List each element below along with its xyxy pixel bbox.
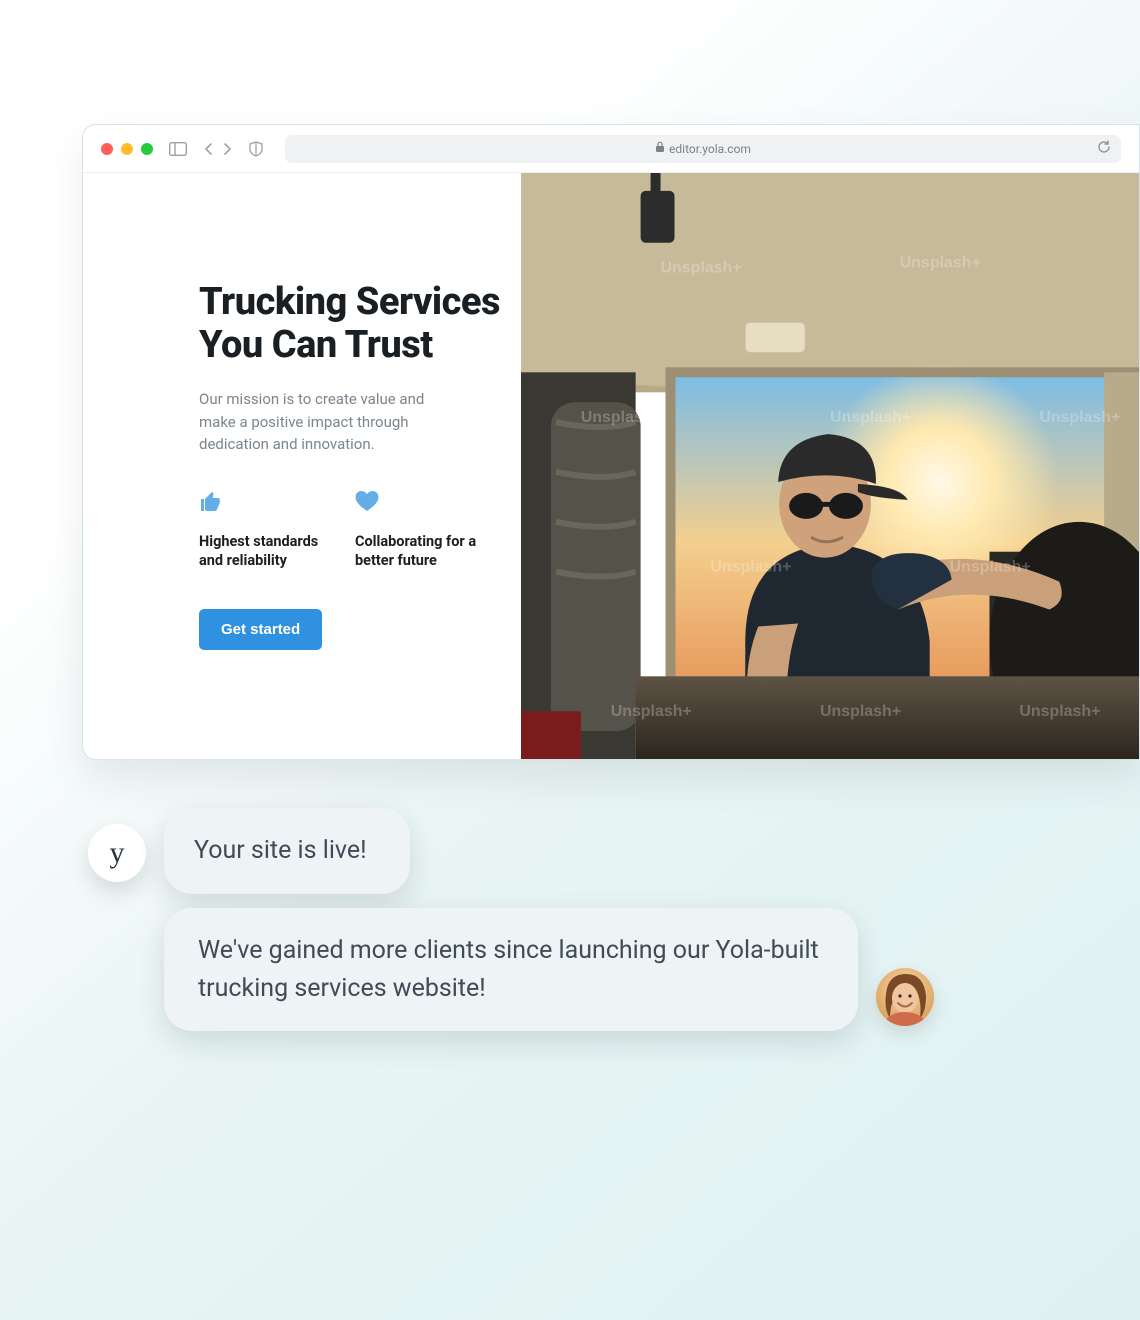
reload-icon[interactable] — [1097, 140, 1111, 157]
nav-arrows — [203, 143, 233, 155]
svg-text:Unsplash+: Unsplash+ — [1039, 409, 1120, 426]
yola-badge-letter: y — [110, 836, 125, 870]
features-row: Highest standards and reliability Collab… — [199, 490, 521, 571]
feature-standards: Highest standards and reliability — [199, 490, 329, 571]
heart-icon — [355, 490, 485, 514]
svg-text:Unsplash+: Unsplash+ — [950, 559, 1031, 576]
window-maximize-dot[interactable] — [141, 143, 153, 155]
svg-text:Unsplash+: Unsplash+ — [661, 260, 742, 277]
hero-title: Trucking Services You Can Trust — [199, 281, 521, 366]
chat-bubble-site-live: Your site is live! — [164, 808, 410, 894]
traffic-lights — [101, 143, 153, 155]
svg-text:Unsplash+: Unsplash+ — [900, 255, 981, 272]
address-bar-url: editor.yola.com — [669, 142, 751, 156]
feature-collaboration: Collaborating for a better future — [355, 490, 485, 571]
nav-forward-icon[interactable] — [221, 143, 233, 155]
sidebar-toggle-icon[interactable] — [169, 142, 187, 156]
browser-window: editor.yola.com Trucking Services You Ca… — [82, 124, 1140, 760]
browser-chrome: editor.yola.com — [83, 125, 1139, 173]
window-close-dot[interactable] — [101, 143, 113, 155]
feature-label: Collaborating for a better future — [355, 532, 485, 571]
hero-subtitle: Our mission is to create value and make … — [199, 388, 459, 456]
svg-text:Unsplash+: Unsplash+ — [1019, 703, 1100, 720]
thumbs-up-icon — [199, 490, 329, 514]
chat-bubble-text: We've gained more clients since launchin… — [198, 936, 819, 1003]
svg-text:Unsplash+: Unsplash+ — [820, 703, 901, 720]
window-minimize-dot[interactable] — [121, 143, 133, 155]
nav-back-icon[interactable] — [203, 143, 215, 155]
svg-text:Unsplash+: Unsplash+ — [710, 559, 791, 576]
svg-text:Unsplash+: Unsplash+ — [830, 409, 911, 426]
user-avatar — [876, 968, 934, 1026]
chat-bubble-text: Your site is live! — [194, 836, 367, 865]
chat-bubble-testimonial: We've gained more clients since launchin… — [164, 908, 858, 1031]
svg-text:Unsplash+: Unsplash+ — [581, 409, 662, 426]
privacy-shield-icon[interactable] — [249, 141, 263, 157]
svg-text:Unsplash+: Unsplash+ — [611, 703, 692, 720]
address-bar[interactable]: editor.yola.com — [285, 135, 1121, 163]
hero-copy-column: Trucking Services You Can Trust Our miss… — [83, 173, 521, 759]
hero-image: Unsplash+ Unsplash+ Unsplash+ Unsplash+ … — [521, 173, 1139, 759]
feature-label: Highest standards and reliability — [199, 532, 329, 571]
lock-icon — [655, 141, 665, 156]
yola-badge: y — [88, 824, 146, 882]
get-started-button[interactable]: Get started — [199, 609, 322, 650]
site-body: Trucking Services You Can Trust Our miss… — [83, 173, 1139, 759]
